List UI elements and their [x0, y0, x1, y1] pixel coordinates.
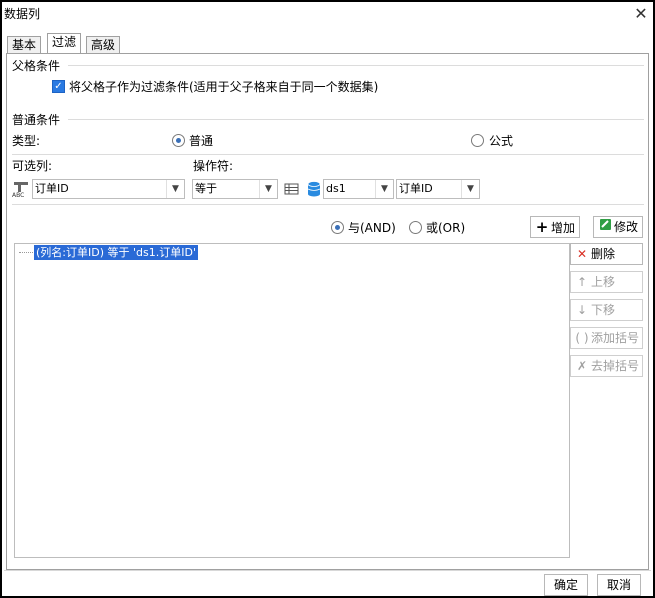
chevron-down-icon: ▼ [461, 180, 479, 198]
chevron-down-icon: ▼ [166, 180, 184, 198]
logic-or-label: 或(OR) [426, 221, 466, 235]
move-up-button[interactable]: ↑ 上移 [570, 271, 643, 293]
operator-label: 操作符: [193, 159, 234, 173]
row-divider [12, 204, 644, 205]
add-bracket-button-label: 添加括号 [591, 331, 640, 345]
add-button[interactable]: + 增加 [530, 216, 580, 238]
dataset-select[interactable]: ds1 ▼ [323, 179, 394, 199]
parent-filter-checkbox[interactable]: ✓ [52, 80, 65, 93]
add-button-label: 增加 [551, 221, 576, 235]
dataset-select-value: ds1 [326, 182, 346, 195]
parent-filter-label: 将父格子作为过滤条件(适用于父子格来自于同一个数据集) [69, 80, 379, 94]
type-formula-label: 公式 [489, 134, 514, 148]
svg-text:ABC: ABC [12, 192, 24, 198]
operator-select-value: 等于 [195, 182, 217, 195]
delete-icon: ✕ [576, 247, 588, 261]
remove-bracket-icon: ✗ [576, 359, 588, 373]
target-column-select-value: 订单ID [399, 182, 433, 195]
chevron-down-icon: ▼ [375, 180, 393, 198]
row-divider [12, 154, 644, 155]
arrow-up-icon: ↑ [576, 275, 588, 289]
chevron-down-icon: ▼ [259, 180, 277, 198]
footer-divider [4, 570, 651, 571]
window-title: 数据列 [4, 7, 41, 21]
column-select[interactable]: 订单ID ▼ [32, 179, 185, 199]
move-down-button-label: 下移 [591, 303, 616, 317]
bracket-icon: ( ) [575, 331, 589, 345]
section-divider [68, 65, 644, 66]
move-down-button[interactable]: ↓ 下移 [570, 299, 643, 321]
target-column-select[interactable]: 订单ID ▼ [396, 179, 480, 199]
dialog-window: 数据列 ✕ 基本 过滤 高级 父格条件 ✓ 将父格子作为过滤条件(适用于父子格来… [2, 2, 653, 596]
list-item[interactable]: (列名:订单ID) 等于 'ds1.订单ID' [34, 245, 198, 260]
move-up-button-label: 上移 [591, 275, 616, 289]
database-icon [306, 180, 322, 198]
column-label: 可选列: [12, 159, 53, 173]
edit-icon [598, 217, 612, 237]
logic-or-radio[interactable] [409, 221, 422, 234]
logic-and-radio[interactable] [331, 221, 344, 234]
delete-button[interactable]: ✕ 删除 [570, 243, 643, 265]
column-select-value: 订单ID [35, 182, 69, 195]
section-divider [68, 119, 644, 120]
column-type-icon: ABC [12, 180, 32, 199]
delete-button-label: 删除 [591, 247, 616, 261]
plus-icon: + [535, 218, 549, 236]
arrow-down-icon: ↓ [576, 303, 588, 317]
tab-filter[interactable]: 过滤 [47, 33, 82, 54]
type-formula-radio[interactable] [471, 134, 484, 147]
operator-select[interactable]: 等于 ▼ [192, 179, 278, 199]
type-normal-label: 普通 [189, 134, 214, 148]
tree-connector [19, 252, 33, 253]
remove-bracket-button-label: 去掉括号 [591, 359, 640, 373]
condition-list[interactable]: (列名:订单ID) 等于 'ds1.订单ID' [14, 243, 570, 558]
logic-and-label: 与(AND) [348, 221, 396, 235]
type-label: 类型: [12, 134, 41, 148]
ok-button[interactable]: 确定 [544, 574, 588, 596]
type-normal-radio[interactable] [172, 134, 185, 147]
add-bracket-button[interactable]: ( ) 添加括号 [570, 327, 643, 349]
remove-bracket-button[interactable]: ✗ 去掉括号 [570, 355, 643, 377]
modify-button-label: 修改 [614, 220, 639, 234]
tab-basic[interactable]: 基本 [7, 36, 42, 54]
modify-button[interactable]: 修改 [593, 216, 643, 238]
table-icon[interactable] [284, 182, 300, 196]
parent-condition-title: 父格条件 [12, 57, 61, 74]
tab-advanced[interactable]: 高级 [86, 36, 121, 54]
normal-condition-title: 普通条件 [12, 111, 61, 128]
close-icon[interactable]: ✕ [631, 4, 651, 24]
cancel-button[interactable]: 取消 [597, 574, 641, 596]
